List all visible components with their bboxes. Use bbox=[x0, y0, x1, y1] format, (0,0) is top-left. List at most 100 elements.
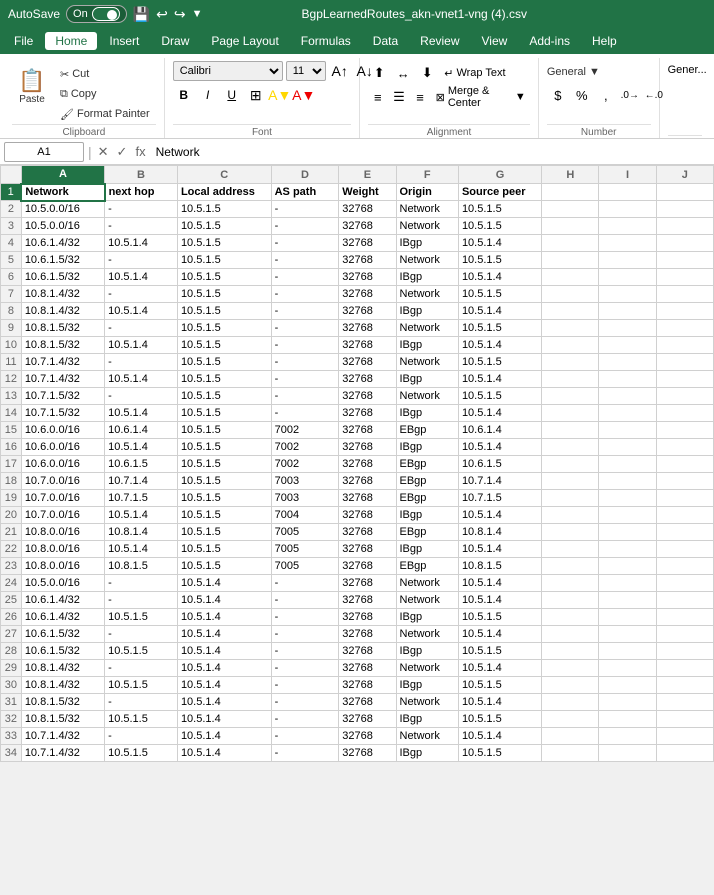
table-cell[interactable] bbox=[542, 371, 599, 388]
table-cell[interactable] bbox=[542, 252, 599, 269]
comma-button[interactable]: , bbox=[595, 84, 617, 106]
table-cell[interactable]: - bbox=[105, 694, 178, 711]
table-cell[interactable]: 7003 bbox=[271, 490, 339, 507]
table-cell[interactable]: Network bbox=[396, 388, 458, 405]
table-cell[interactable]: 32768 bbox=[339, 337, 396, 354]
row-header[interactable]: 17 bbox=[1, 456, 22, 473]
table-cell[interactable] bbox=[542, 677, 599, 694]
row-header[interactable]: 34 bbox=[1, 745, 22, 762]
table-cell[interactable]: 10.5.1.5 bbox=[105, 677, 178, 694]
bold-button[interactable]: B bbox=[173, 84, 195, 106]
table-cell[interactable] bbox=[656, 422, 713, 439]
table-cell[interactable]: 10.7.1.4 bbox=[458, 473, 541, 490]
table-cell[interactable]: EBgp bbox=[396, 558, 458, 575]
table-cell[interactable]: 10.8.1.5/32 bbox=[21, 320, 104, 337]
align-center-button[interactable]: ☰ bbox=[389, 86, 408, 108]
table-cell[interactable] bbox=[599, 456, 656, 473]
table-cell[interactable]: 10.8.1.4/32 bbox=[21, 660, 104, 677]
table-cell[interactable]: 7003 bbox=[271, 473, 339, 490]
table-cell[interactable] bbox=[542, 490, 599, 507]
table-cell[interactable]: IBgp bbox=[396, 269, 458, 286]
table-cell[interactable]: - bbox=[271, 218, 339, 235]
table-cell[interactable]: 10.7.1.5 bbox=[458, 490, 541, 507]
table-cell[interactable]: IBgp bbox=[396, 541, 458, 558]
table-cell[interactable] bbox=[542, 354, 599, 371]
col-header-e[interactable]: E bbox=[339, 166, 396, 184]
table-cell[interactable]: 32768 bbox=[339, 677, 396, 694]
row-header[interactable]: 11 bbox=[1, 354, 22, 371]
table-cell[interactable] bbox=[599, 473, 656, 490]
table-cell[interactable] bbox=[656, 626, 713, 643]
table-cell[interactable]: 10.6.0.0/16 bbox=[21, 422, 104, 439]
table-cell[interactable]: - bbox=[271, 303, 339, 320]
table-cell[interactable]: 7005 bbox=[271, 541, 339, 558]
table-cell[interactable] bbox=[599, 711, 656, 728]
currency-button[interactable]: $ bbox=[547, 84, 569, 106]
table-cell[interactable]: 32768 bbox=[339, 354, 396, 371]
table-cell[interactable]: 32768 bbox=[339, 218, 396, 235]
table-cell[interactable] bbox=[656, 269, 713, 286]
table-cell[interactable]: 32768 bbox=[339, 660, 396, 677]
table-cell[interactable]: - bbox=[271, 694, 339, 711]
table-cell[interactable] bbox=[656, 286, 713, 303]
table-cell[interactable] bbox=[542, 320, 599, 337]
table-cell[interactable]: 10.8.1.4/32 bbox=[21, 303, 104, 320]
table-cell[interactable]: 10.5.1.4 bbox=[177, 660, 271, 677]
table-cell[interactable]: 10.8.1.5/32 bbox=[21, 711, 104, 728]
table-cell[interactable] bbox=[656, 201, 713, 218]
table-cell[interactable]: 10.5.1.4 bbox=[105, 439, 178, 456]
table-cell[interactable]: 10.5.1.5 bbox=[177, 558, 271, 575]
table-cell[interactable] bbox=[542, 694, 599, 711]
row-header[interactable]: 27 bbox=[1, 626, 22, 643]
table-cell[interactable]: 32768 bbox=[339, 473, 396, 490]
table-cell[interactable]: 10.5.1.4 bbox=[177, 711, 271, 728]
table-cell[interactable] bbox=[599, 388, 656, 405]
row-header[interactable]: 26 bbox=[1, 609, 22, 626]
table-cell[interactable] bbox=[656, 303, 713, 320]
table-cell[interactable]: 10.7.0.0/16 bbox=[21, 490, 104, 507]
table-cell[interactable]: 10.5.1.4 bbox=[177, 643, 271, 660]
table-cell[interactable] bbox=[542, 439, 599, 456]
table-cell[interactable] bbox=[542, 286, 599, 303]
table-cell[interactable] bbox=[599, 626, 656, 643]
table-cell[interactable]: Local address bbox=[177, 184, 271, 201]
row-header[interactable]: 21 bbox=[1, 524, 22, 541]
table-cell[interactable]: 10.5.1.5 bbox=[177, 218, 271, 235]
table-cell[interactable]: - bbox=[105, 354, 178, 371]
table-cell[interactable]: Network bbox=[396, 252, 458, 269]
table-cell[interactable]: 10.8.1.4/32 bbox=[21, 286, 104, 303]
table-cell[interactable]: - bbox=[271, 354, 339, 371]
table-cell[interactable] bbox=[599, 592, 656, 609]
table-cell[interactable] bbox=[599, 286, 656, 303]
border-button[interactable]: ⊞ bbox=[245, 84, 267, 106]
table-cell[interactable] bbox=[599, 320, 656, 337]
table-cell[interactable] bbox=[656, 439, 713, 456]
table-cell[interactable]: Network bbox=[396, 660, 458, 677]
table-cell[interactable]: 10.5.1.5 bbox=[458, 609, 541, 626]
table-cell[interactable]: 32768 bbox=[339, 507, 396, 524]
table-cell[interactable] bbox=[599, 235, 656, 252]
table-cell[interactable] bbox=[542, 711, 599, 728]
table-cell[interactable]: Network bbox=[396, 626, 458, 643]
table-cell[interactable]: - bbox=[105, 286, 178, 303]
table-cell[interactable]: 10.5.1.4 bbox=[458, 592, 541, 609]
table-cell[interactable]: - bbox=[271, 575, 339, 592]
table-cell[interactable]: EBgp bbox=[396, 490, 458, 507]
table-cell[interactable]: 32768 bbox=[339, 694, 396, 711]
table-cell[interactable]: 10.5.1.4 bbox=[177, 626, 271, 643]
table-cell[interactable]: 10.5.1.4 bbox=[177, 694, 271, 711]
table-cell[interactable]: - bbox=[271, 286, 339, 303]
table-cell[interactable]: 10.7.0.0/16 bbox=[21, 473, 104, 490]
row-header[interactable]: 22 bbox=[1, 541, 22, 558]
row-header[interactable]: 32 bbox=[1, 711, 22, 728]
copy-button[interactable]: ⧉ Copy bbox=[54, 84, 156, 104]
row-header[interactable]: 9 bbox=[1, 320, 22, 337]
table-cell[interactable]: IBgp bbox=[396, 507, 458, 524]
col-header-d[interactable]: D bbox=[271, 166, 339, 184]
table-cell[interactable]: 10.5.1.5 bbox=[177, 541, 271, 558]
table-cell[interactable] bbox=[542, 303, 599, 320]
table-cell[interactable] bbox=[599, 660, 656, 677]
row-header[interactable]: 19 bbox=[1, 490, 22, 507]
cancel-formula-icon[interactable]: ✕ bbox=[96, 142, 111, 162]
table-cell[interactable]: 10.5.1.5 bbox=[177, 337, 271, 354]
